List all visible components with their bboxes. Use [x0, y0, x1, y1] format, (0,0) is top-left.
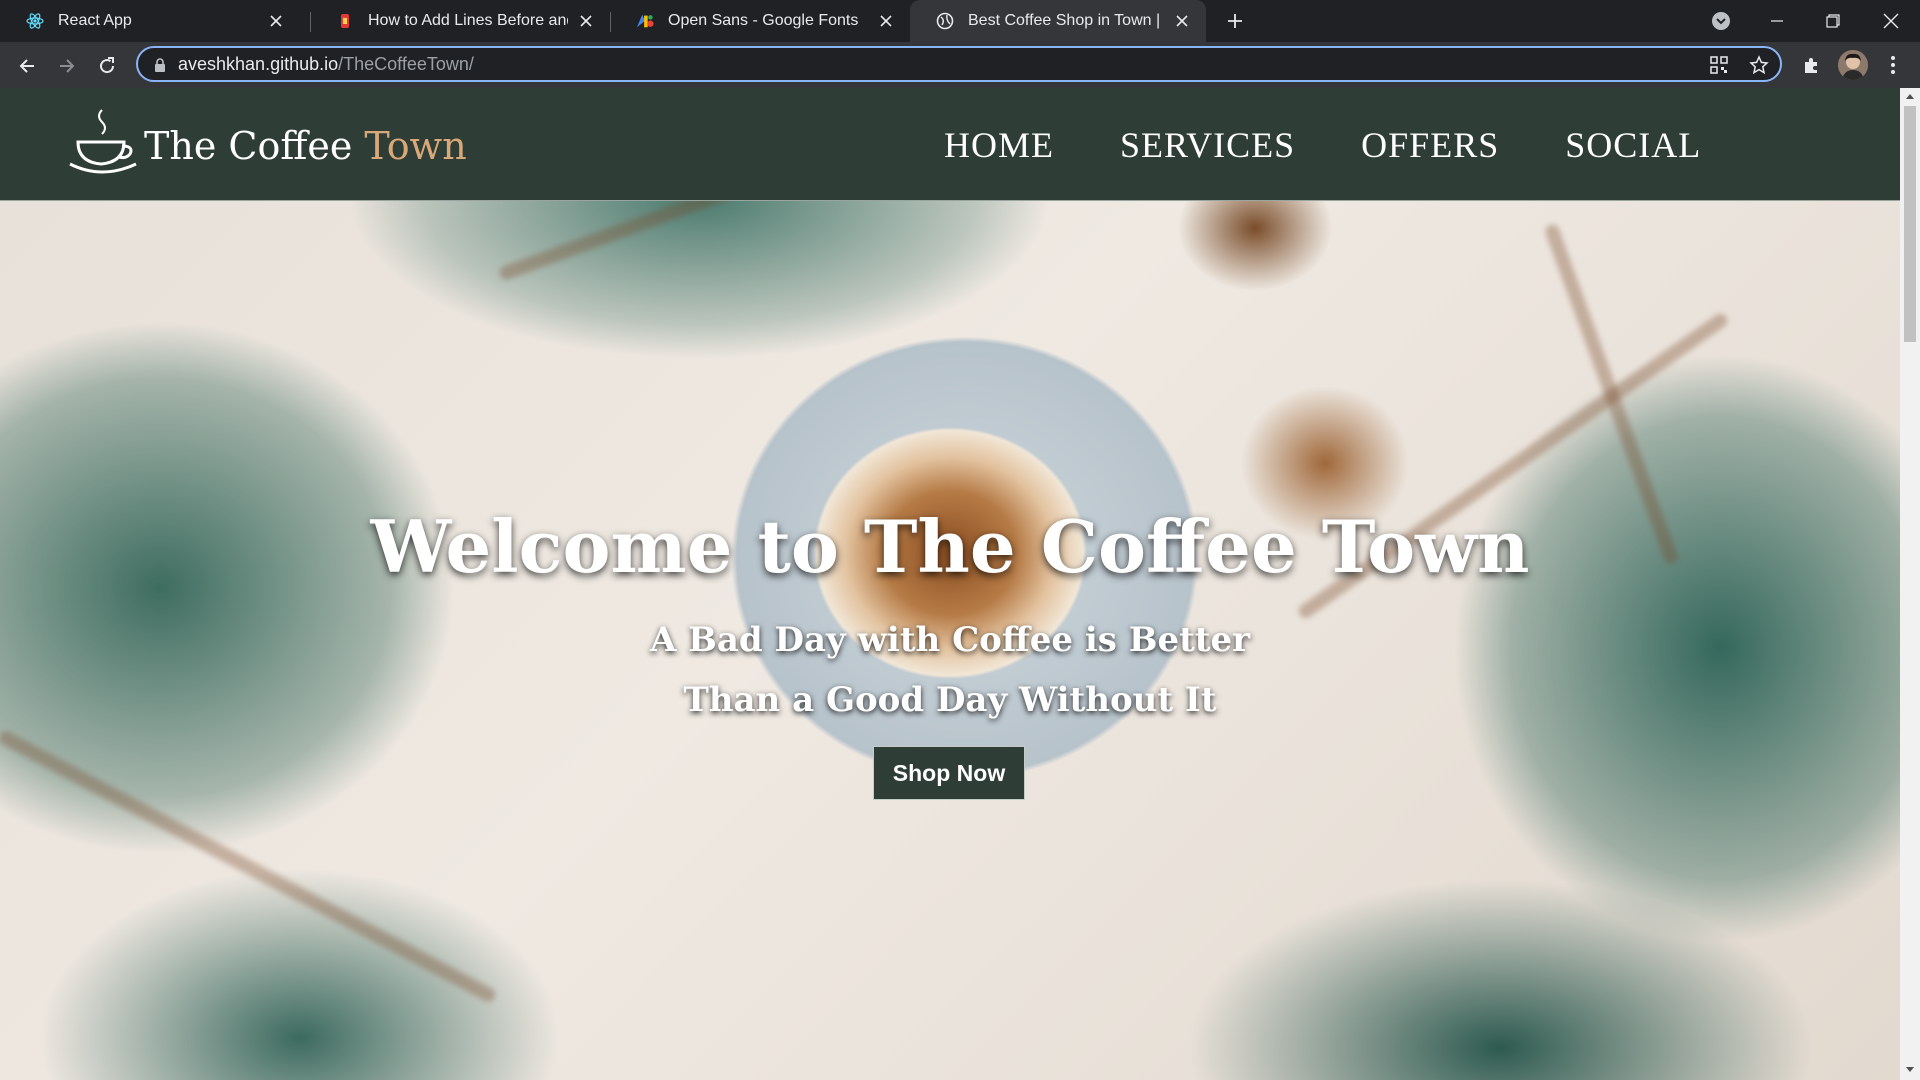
- tab-title: How to Add Lines Before and After: [368, 12, 568, 29]
- react-icon: [26, 12, 44, 30]
- tab-add-lines[interactable]: How to Add Lines Before and After: [310, 0, 610, 42]
- browser-menu-icon[interactable]: [1878, 50, 1908, 80]
- nav-home[interactable]: HOME: [944, 124, 1054, 166]
- site-header: The Coffee Town HOME SERVICES OFFERS SOC…: [0, 88, 1900, 201]
- minimize-button[interactable]: [1762, 6, 1792, 36]
- close-icon[interactable]: [576, 11, 596, 31]
- profile-avatar[interactable]: [1838, 50, 1868, 80]
- scroll-up-arrow-icon[interactable]: [1904, 90, 1916, 102]
- site-favicon-icon: [336, 12, 354, 30]
- url-path: /TheCoffeeTown/: [338, 54, 474, 74]
- lock-icon[interactable]: [152, 57, 168, 73]
- back-button[interactable]: [13, 52, 41, 80]
- scroll-down-arrow-icon[interactable]: [1904, 1064, 1916, 1076]
- tab-strip: React App How to Add Lines Before and Af…: [0, 0, 1920, 42]
- pine-branch: [0, 728, 498, 1005]
- logo-text: The Coffee Town: [144, 124, 467, 168]
- bookmark-star-icon[interactable]: [1748, 54, 1770, 76]
- globe-icon: [936, 12, 954, 30]
- main-nav: HOME SERVICES OFFERS SOCIAL: [944, 124, 1767, 166]
- logo-text-main: The Coffee: [144, 124, 365, 168]
- page-viewport: The Coffee Town HOME SERVICES OFFERS SOC…: [0, 88, 1900, 1080]
- close-icon[interactable]: [876, 11, 896, 31]
- address-bar[interactable]: aveshkhan.github.io/TheCoffeeTown/: [136, 46, 1782, 82]
- tab-react-app[interactable]: React App: [0, 0, 300, 42]
- reload-button[interactable]: [93, 52, 121, 80]
- nav-offers[interactable]: OFFERS: [1361, 124, 1499, 166]
- hero-title: Welcome to The Coffee Town: [370, 504, 1530, 589]
- site-logo[interactable]: The Coffee Town: [66, 106, 467, 180]
- url-text[interactable]: aveshkhan.github.io/TheCoffeeTown/: [178, 54, 474, 75]
- tab-title: Best Coffee Shop in Town | www.: [968, 12, 1164, 29]
- extensions-icon[interactable]: [1797, 50, 1827, 80]
- tab-search-button[interactable]: [1706, 6, 1736, 36]
- scrollbar-thumb[interactable]: [1904, 106, 1916, 342]
- shop-now-button[interactable]: Shop Now: [873, 746, 1025, 800]
- google-fonts-icon: [636, 12, 654, 30]
- page-scrollbar[interactable]: [1900, 88, 1920, 1080]
- nav-social[interactable]: SOCIAL: [1565, 124, 1701, 166]
- qr-code-icon[interactable]: [1708, 54, 1730, 76]
- browser-toolbar: aveshkhan.github.io/TheCoffeeTown/: [0, 42, 1920, 88]
- tab-google-fonts[interactable]: Open Sans - Google Fonts: [610, 0, 910, 42]
- new-tab-button[interactable]: [1222, 8, 1248, 34]
- close-icon[interactable]: [266, 11, 286, 31]
- url-host: aveshkhan.github.io: [178, 54, 339, 74]
- logo-text-accent: Town: [364, 124, 467, 168]
- restore-button[interactable]: [1818, 6, 1848, 36]
- forward-button[interactable]: [53, 52, 81, 80]
- nav-services[interactable]: SERVICES: [1120, 124, 1295, 166]
- hero-subtitle-line1: A Bad Day with Coffee is Better: [649, 620, 1251, 660]
- close-window-button[interactable]: [1876, 6, 1906, 36]
- close-icon[interactable]: [1172, 11, 1192, 31]
- tab-coffee-town[interactable]: Best Coffee Shop in Town | www.: [910, 0, 1206, 42]
- tab-title: React App: [58, 12, 132, 29]
- hero-subtitle-line2: Than a Good Day Without It: [683, 680, 1217, 720]
- tab-title: Open Sans - Google Fonts: [668, 12, 859, 29]
- coffee-cup-icon: [66, 106, 140, 180]
